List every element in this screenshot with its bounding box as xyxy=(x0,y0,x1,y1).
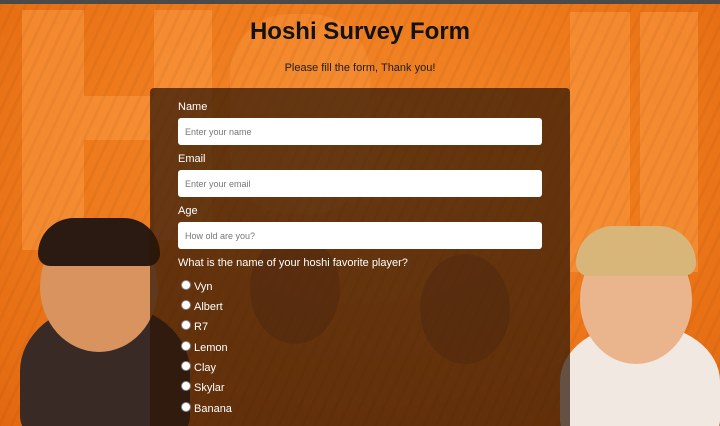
radio-button[interactable] xyxy=(181,300,191,310)
radio-button[interactable] xyxy=(181,402,191,412)
page-subtitle: Please fill the form, Thank you! xyxy=(284,62,436,74)
player-photo-left-hair xyxy=(38,218,160,266)
radio-label: Lemon xyxy=(194,342,228,354)
age-input[interactable] xyxy=(178,222,542,249)
radio-label: Clay xyxy=(194,362,217,374)
radio-option-albert[interactable]: Albert xyxy=(181,299,223,315)
name-input[interactable] xyxy=(178,118,542,145)
radio-button[interactable] xyxy=(181,381,191,391)
radio-label: Skylar xyxy=(194,382,225,394)
radio-button[interactable] xyxy=(181,280,191,290)
radio-option-clay[interactable]: Clay xyxy=(181,360,216,376)
radio-option-skylar[interactable]: Skylar xyxy=(181,380,225,396)
age-label: Age xyxy=(178,205,198,217)
page-title: Hoshi Survey Form xyxy=(249,18,471,45)
radio-button[interactable] xyxy=(181,361,191,371)
email-input[interactable] xyxy=(178,170,542,197)
radio-button[interactable] xyxy=(181,320,191,330)
radio-label: Albert xyxy=(194,301,223,313)
player-photo-right-hair xyxy=(576,226,696,276)
radio-option-lemon[interactable]: Lemon xyxy=(181,340,228,356)
radio-label: Banana xyxy=(194,403,232,415)
radio-button[interactable] xyxy=(181,341,191,351)
radio-option-banana[interactable]: Banana xyxy=(181,401,232,417)
survey-form: Name Email Age What is the name of your … xyxy=(150,88,570,426)
favorite-player-question: What is the name of your hoshi favorite … xyxy=(178,257,408,269)
radio-label: R7 xyxy=(194,321,209,333)
email-label: Email xyxy=(178,153,206,165)
radio-label: Vyn xyxy=(194,281,213,293)
name-label: Name xyxy=(178,101,208,113)
radio-option-vyn[interactable]: Vyn xyxy=(181,279,213,295)
radio-option-r7[interactable]: R7 xyxy=(181,319,208,335)
